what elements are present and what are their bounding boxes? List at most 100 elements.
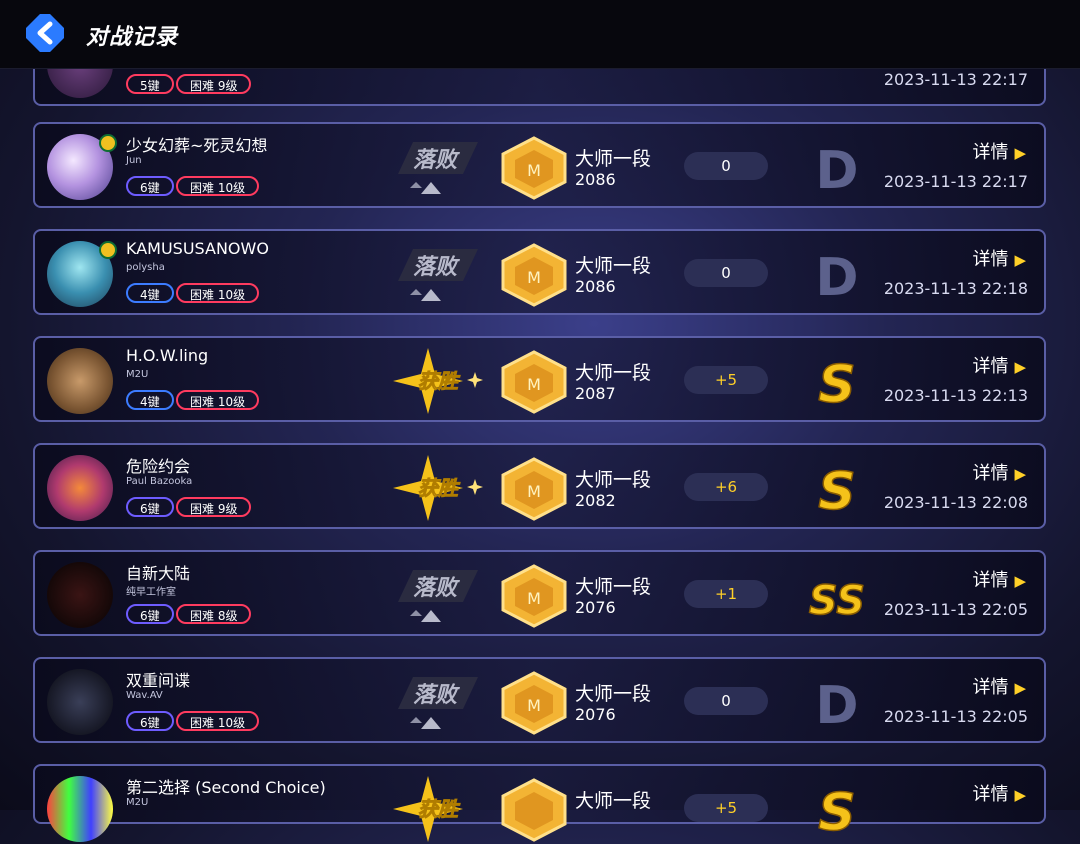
rank-name: 大师一段 [575,148,652,170]
score-delta: +5 [684,366,768,394]
result-label: 获胜 [418,797,461,821]
rank-emblem-icon: M [501,457,567,521]
lose-result-icon: 落败 [398,677,478,729]
win-result-icon: 获胜 [393,348,483,414]
result-label: 落败 [413,148,460,173]
rank-score: 2087 [575,384,616,403]
details-link[interactable]: 详情 ▶ [972,138,1026,164]
difficulty-badge: 困难 8级 [176,604,252,624]
difficulty-badge: 困难 9级 [176,497,252,517]
lose-result-icon: 落败 [398,142,478,194]
record-row[interactable]: 危险约会 Paul Bazooka 6键 困难 9级 获胜 M 大师一段 208… [33,443,1046,529]
song-cover [47,455,113,521]
record-time: 2023-11-13 22:05 [883,707,1028,726]
rank-emblem-icon: M [501,243,567,307]
details-link[interactable]: 详情 ▶ [972,566,1026,592]
grade-s-icon: S [818,461,857,519]
details-link[interactable]: 详情 ▶ [972,459,1026,485]
details-link[interactable]: 详情 ▶ [972,780,1026,806]
song-artist: Jun [126,155,142,166]
result-label: 落败 [413,576,460,601]
record-list: 5键 困难 9级 2023-11-13 22:17 少女幻葬~死灵幻想 Jun … [0,0,1080,842]
grade-d-icon: D [815,141,858,198]
song-artist: Wav.AV [126,690,163,701]
record-row[interactable]: KAMUSUSANOWO polysha 4键 困难 10级 落败 M 大师一段… [33,229,1046,315]
achievement-icon [99,241,117,259]
win-result-icon: 获胜 [393,455,483,521]
song-title: 危险约会 [126,457,191,476]
keys-badge: 6键 [126,176,174,196]
rank-score: 2082 [575,491,616,510]
song-title: 双重间谍 [126,671,191,690]
rank-score: 2086 [575,170,616,189]
play-triangle-icon: ▶ [1014,679,1026,697]
svg-text:S: S [818,355,855,412]
svg-text:M: M [527,482,541,501]
achievement-icon [99,134,117,152]
record-row[interactable]: H.O.W.ling M2U 4键 困难 10级 获胜 M 大师一段 2087 … [33,336,1046,422]
play-triangle-icon: ▶ [1014,358,1026,376]
result-label: 获胜 [418,476,461,500]
result-label: 落败 [413,683,460,708]
rank-name: 大师一段 [575,576,652,598]
details-link[interactable]: 详情 ▶ [972,352,1026,378]
details-link[interactable]: 详情 ▶ [972,673,1026,699]
difficulty-badge: 困难 10级 [176,176,260,196]
back-arrow-icon[interactable] [26,14,64,52]
svg-text:D: D [815,141,858,198]
song-artist: Paul Bazooka [126,476,193,487]
song-cover [47,776,113,842]
song-cover [47,669,113,735]
song-artist: polysha [126,262,165,273]
difficulty-badge: 困难 10级 [176,711,260,731]
record-time: 2023-11-13 22:17 [883,70,1028,89]
score-delta: 0 [684,259,768,287]
rank-emblem-icon: M [501,136,567,200]
rank-emblem-icon: M [501,350,567,414]
rank-emblem-icon: M [501,564,567,628]
song-title: H.O.W.ling [126,346,209,365]
lose-result-icon: 落败 [398,249,478,301]
record-row[interactable]: 第二选择 (Second Choice) M2U 获胜 大师一段 +5 S 详情… [33,764,1046,842]
record-time: 2023-11-13 22:05 [883,600,1028,619]
keys-badge: 5键 [126,74,174,94]
svg-text:S: S [818,783,855,840]
svg-text:M: M [527,375,541,394]
record-row[interactable]: 双重间谍 Wav.AV 6键 困难 10级 落败 M 大师一段 2076 0 D… [33,657,1046,743]
rank-score: 2086 [575,277,616,296]
keys-badge: 4键 [126,390,174,410]
song-title: 第二选择 (Second Choice) [126,778,326,797]
score-delta: +5 [684,794,768,822]
keys-badge: 6键 [126,604,174,624]
song-title: 自新大陆 [126,564,191,583]
keys-badge: 6键 [126,497,174,517]
grade-s-icon: S [818,782,857,840]
score-delta: +1 [684,580,768,608]
rank-score: 2076 [575,598,616,617]
details-link[interactable]: 详情 ▶ [972,245,1026,271]
difficulty-badge: 困难 9级 [176,74,252,94]
play-triangle-icon: ▶ [1014,251,1026,269]
song-cover [47,562,113,628]
grade-d-icon: D [815,248,858,305]
rank-name: 大师一段 [575,255,652,277]
score-delta: 0 [684,687,768,715]
record-row[interactable]: 少女幻葬~死灵幻想 Jun 6键 困难 10级 落败 M 大师一段 2086 0… [33,122,1046,208]
song-artist: M2U [126,797,149,808]
score-delta: 0 [684,152,768,180]
record-time: 2023-11-13 22:18 [883,279,1028,298]
top-bar: 对战记录 [0,0,1080,69]
record-row[interactable]: 自新大陆 纯早工作室 6键 困难 8级 落败 M 大师一段 2076 +1 SS… [33,550,1046,636]
score-delta: +6 [684,473,768,501]
result-label: 落败 [413,255,460,280]
page-title: 对战记录 [86,25,179,50]
lose-result-icon: 落败 [398,570,478,622]
grade-ss-icon: SS [808,577,866,625]
record-time: 2023-11-13 22:08 [883,493,1028,512]
play-triangle-icon: ▶ [1014,786,1026,804]
play-triangle-icon: ▶ [1014,572,1026,590]
rank-score: 2076 [575,705,616,724]
song-artist: M2U [126,369,149,380]
rank-emblem-icon: M [501,671,567,735]
grade-s-icon: S [818,354,857,412]
